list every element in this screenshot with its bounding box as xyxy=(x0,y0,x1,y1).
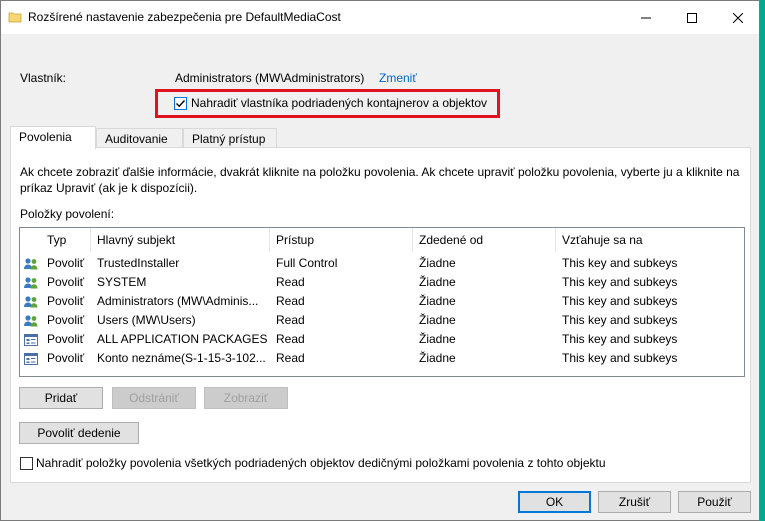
users-icon xyxy=(23,313,39,329)
table-row[interactable]: Povoliť SYSTEM Read Žiadne This key and subk… xyxy=(20,273,744,292)
row-inherited: Žiadne xyxy=(419,256,456,270)
tab-platny-pristup[interactable]: Platný prístup xyxy=(183,128,277,148)
row-principal: ALL APPLICATION PACKAGES xyxy=(97,332,268,346)
maximize-button[interactable] xyxy=(669,1,715,34)
users-icon xyxy=(23,275,39,291)
table-row[interactable]: Povoliť ALL APPLICATION PACKAGES Read Žiadn… xyxy=(20,330,744,349)
row-applies: This key and subkeys xyxy=(562,351,678,365)
row-principal: Users (MW\Users) xyxy=(97,313,196,327)
info-text-line-2: príkaz Upraviť (ak je k dispozícii). xyxy=(20,181,198,195)
table-row[interactable]: Povoliť Konto neznáme(S-1-15-3-102... Read… xyxy=(20,349,744,368)
owner-value: Administrators (MW\Administrators) xyxy=(175,71,365,85)
row-applies: This key and subkeys xyxy=(562,313,678,327)
remove-button[interactable]: Odstrániť xyxy=(112,387,196,409)
row-principal: SYSTEM xyxy=(97,275,147,289)
tab-povolenia[interactable]: Povolenia xyxy=(10,126,96,149)
users-icon xyxy=(23,256,39,272)
replace-child-checkbox[interactable] xyxy=(20,457,33,470)
list-header: Typ Hlavný subjekt Prístup Zdedené od Vz… xyxy=(20,228,744,252)
row-access: Read xyxy=(276,313,305,327)
column-applies[interactable]: Vzťahuje sa na xyxy=(562,233,643,247)
replace-owner-label[interactable]: Nahradiť vlastníka podriadených kontajne… xyxy=(191,96,487,110)
row-applies: This key and subkeys xyxy=(562,332,678,346)
view-button[interactable]: Zobraziť xyxy=(204,387,288,409)
add-button[interactable]: Pridať xyxy=(19,387,103,409)
row-applies: This key and subkeys xyxy=(562,275,678,289)
info-text-line-1: Ak chcete zobraziť ďalšie informácie, dv… xyxy=(20,165,740,179)
folder-icon xyxy=(8,10,22,24)
row-access: Read xyxy=(276,351,305,365)
table-row[interactable]: Povoliť Users (MW\Users) Read Žiadne This ke… xyxy=(20,311,744,330)
apply-button[interactable]: Použiť xyxy=(678,491,751,513)
replace-child-label[interactable]: Nahradiť položky povolenia všetkých podr… xyxy=(36,456,606,470)
row-access: Read xyxy=(276,332,305,346)
table-row[interactable]: Povoliť Administrators (MW\Adminis... Read… xyxy=(20,292,744,311)
row-type: Povoliť xyxy=(47,294,85,308)
row-type: Povoliť xyxy=(47,275,85,289)
app-package-icon xyxy=(23,332,39,348)
tab-auditovanie[interactable]: Auditovanie xyxy=(96,128,183,148)
column-access[interactable]: Prístup xyxy=(276,233,314,247)
row-type: Povoliť xyxy=(47,256,85,270)
enable-inheritance-button[interactable]: Povoliť dedenie xyxy=(19,422,139,444)
row-type: Povoliť xyxy=(47,351,85,365)
minimize-button[interactable] xyxy=(623,1,669,34)
row-inherited: Žiadne xyxy=(419,313,456,327)
row-type: Povoliť xyxy=(47,313,85,327)
replace-owner-checkbox[interactable] xyxy=(174,97,187,110)
column-principal[interactable]: Hlavný subjekt xyxy=(97,233,175,247)
row-access: Read xyxy=(276,294,305,308)
table-row[interactable]: Povoliť TrustedInstaller Full Control Žiadn… xyxy=(20,254,744,273)
row-principal: TrustedInstaller xyxy=(97,256,180,270)
window-title: Rozšírené nastavenie zabezpečenia pre De… xyxy=(28,10,341,24)
row-principal: Administrators (MW\Adminis... xyxy=(97,294,259,308)
row-principal: Konto neznáme(S-1-15-3-102... xyxy=(97,351,266,365)
row-type: Povoliť xyxy=(47,332,85,346)
app-package-icon xyxy=(23,351,39,367)
change-owner-link[interactable]: Zmeniť xyxy=(379,71,417,85)
row-inherited: Žiadne xyxy=(419,351,456,365)
ok-button[interactable]: OK xyxy=(518,491,591,513)
security-dialog: Rozšírené nastavenie zabezpečenia pre De… xyxy=(0,0,760,521)
row-applies: This key and subkeys xyxy=(562,294,678,308)
users-icon xyxy=(23,294,39,310)
row-access: Read xyxy=(276,275,305,289)
replace-owner-highlight: Nahradiť vlastníka podriadených kontajne… xyxy=(155,89,500,118)
close-icon xyxy=(733,12,743,23)
row-inherited: Žiadne xyxy=(419,275,456,289)
owner-label: Vlastník: xyxy=(20,71,67,85)
cancel-button[interactable]: Zrušiť xyxy=(598,491,671,513)
permission-entries-list[interactable]: Typ Hlavný subjekt Prístup Zdedené od Vz… xyxy=(19,227,745,377)
row-inherited: Žiadne xyxy=(419,332,456,346)
column-type[interactable]: Typ xyxy=(47,233,66,247)
checkmark-icon xyxy=(176,100,186,108)
close-button[interactable] xyxy=(715,1,761,34)
row-inherited: Žiadne xyxy=(419,294,456,308)
row-applies: This key and subkeys xyxy=(562,256,678,270)
entries-label: Položky povolení: xyxy=(20,207,115,221)
row-access: Full Control xyxy=(276,256,338,270)
title-bar[interactable]: Rozšírené nastavenie zabezpečenia pre De… xyxy=(1,1,759,34)
column-inherited[interactable]: Zdedené od xyxy=(419,233,483,247)
